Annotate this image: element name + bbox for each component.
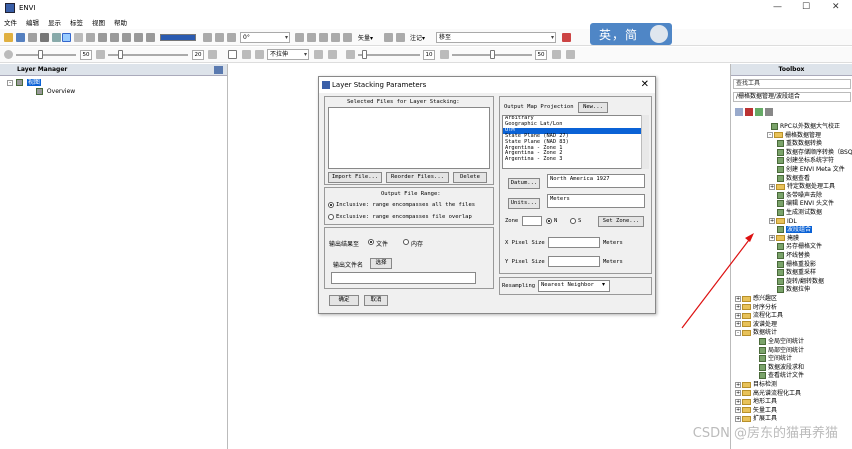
red-arrow-annotation — [681, 233, 754, 329]
watermark: CSDN @房东的猫再养猫 — [692, 426, 838, 441]
